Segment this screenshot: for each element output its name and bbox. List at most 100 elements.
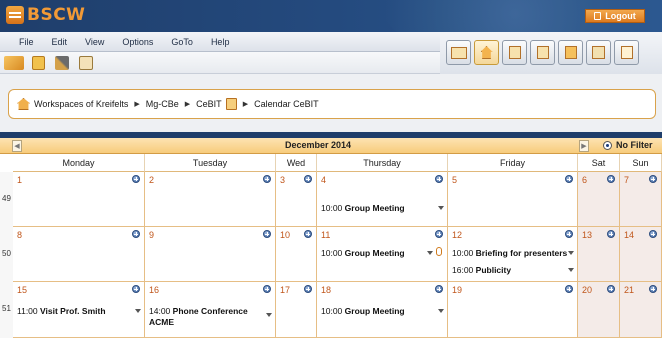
event-menu-icon[interactable] <box>135 309 141 313</box>
add-event-icon[interactable] <box>435 285 443 293</box>
menu-options[interactable]: Options <box>113 37 162 47</box>
add-event-icon[interactable] <box>649 230 657 238</box>
date-label[interactable]: 5 <box>452 175 457 185</box>
event-item[interactable]: 11:00 Visit Prof. Smith <box>17 306 106 316</box>
add-event-icon[interactable] <box>304 175 312 183</box>
date-label[interactable]: 13 <box>582 230 592 240</box>
event-item-continuation[interactable]: ACME <box>149 317 174 327</box>
breadcrumb-item[interactable]: Mg-CBe <box>146 99 179 109</box>
event-menu-icon[interactable] <box>438 206 444 210</box>
add-event-icon[interactable] <box>132 285 140 293</box>
day-cell[interactable]: 3 <box>276 172 317 227</box>
day-cell[interactable]: 16 14:00 Phone Conference ACME <box>145 282 276 338</box>
menu-edit[interactable]: Edit <box>43 37 77 47</box>
add-event-icon[interactable] <box>263 285 271 293</box>
filter-option[interactable]: No Filter <box>603 140 653 150</box>
event-item[interactable]: 14:00 Phone Conference <box>149 306 248 316</box>
date-label[interactable]: 12 <box>452 230 462 240</box>
day-cell[interactable]: 9 <box>145 227 276 282</box>
image-view-icon[interactable] <box>558 40 583 65</box>
menu-view[interactable]: View <box>76 37 113 47</box>
attachment-icon[interactable] <box>436 247 442 256</box>
add-event-icon[interactable] <box>304 230 312 238</box>
add-event-icon[interactable] <box>649 285 657 293</box>
logout-button[interactable]: Logout <box>585 9 645 23</box>
day-cell[interactable]: 10 <box>276 227 317 282</box>
date-label[interactable]: 20 <box>582 285 592 295</box>
add-event-icon[interactable] <box>565 230 573 238</box>
event-item[interactable]: 10:00 Group Meeting <box>321 203 405 213</box>
date-label[interactable]: 17 <box>280 285 290 295</box>
day-cell[interactable]: 20 <box>578 282 620 338</box>
next-month-button[interactable]: ▶ <box>579 140 589 152</box>
date-label[interactable]: 4 <box>321 175 326 185</box>
date-label[interactable]: 2 <box>149 175 154 185</box>
date-label[interactable]: 11 <box>321 230 330 240</box>
day-cell[interactable]: 21 <box>620 282 662 338</box>
date-label[interactable]: 18 <box>321 285 331 295</box>
edit-pencil-icon[interactable] <box>55 56 69 70</box>
previous-month-button[interactable]: ◀ <box>12 140 22 152</box>
date-label[interactable]: 14 <box>624 230 634 240</box>
home-view-icon[interactable] <box>474 40 499 65</box>
date-label[interactable]: 19 <box>452 285 462 295</box>
add-event-icon[interactable] <box>607 175 615 183</box>
add-event-icon[interactable] <box>263 230 271 238</box>
add-item-icon[interactable] <box>79 56 93 70</box>
day-cell[interactable]: 5 <box>448 172 578 227</box>
date-label[interactable]: 1 <box>17 175 22 185</box>
event-menu-icon[interactable] <box>266 313 272 317</box>
day-cell[interactable]: 13 <box>578 227 620 282</box>
calendar-icon[interactable] <box>225 98 237 110</box>
day-cell[interactable]: 19 <box>448 282 578 338</box>
date-label[interactable]: 9 <box>149 230 154 240</box>
add-event-icon[interactable] <box>304 285 312 293</box>
day-cell[interactable]: 6 <box>578 172 620 227</box>
date-label[interactable]: 10 <box>280 230 290 240</box>
event-item[interactable]: 16:00 Publicity <box>452 265 511 275</box>
event-menu-icon[interactable] <box>568 251 574 255</box>
add-event-icon[interactable] <box>132 230 140 238</box>
menu-help[interactable]: Help <box>202 37 239 47</box>
date-label[interactable]: 3 <box>280 175 285 185</box>
day-cell[interactable]: 4 10:00 Group Meeting <box>317 172 448 227</box>
day-cell[interactable]: 15 11:00 Visit Prof. Smith <box>13 282 145 338</box>
add-event-icon[interactable] <box>263 175 271 183</box>
day-cell[interactable]: 18 10:00 Group Meeting <box>317 282 448 338</box>
date-label[interactable]: 16 <box>149 285 159 295</box>
day-cell[interactable]: 8 <box>13 227 145 282</box>
day-cell[interactable]: 17 <box>276 282 317 338</box>
add-event-icon[interactable] <box>649 175 657 183</box>
bscw-logo[interactable]: BSCW <box>6 5 85 25</box>
day-cell[interactable]: 7 <box>620 172 662 227</box>
open-folder-icon[interactable] <box>4 56 24 70</box>
day-cell[interactable]: 1 <box>13 172 145 227</box>
day-cell[interactable]: 14 <box>620 227 662 282</box>
document-icon[interactable] <box>502 40 527 65</box>
event-menu-icon[interactable] <box>568 268 574 272</box>
breadcrumb-item[interactable]: CeBIT <box>196 99 222 109</box>
event-item[interactable]: 10:00 Group Meeting <box>321 306 405 316</box>
list-view-icon[interactable] <box>614 40 639 65</box>
day-cell[interactable]: 12 10:00 Briefing for presenters 16:00 P… <box>448 227 578 282</box>
event-menu-icon[interactable] <box>438 309 444 313</box>
add-event-icon[interactable] <box>435 230 443 238</box>
breadcrumb-item[interactable]: Workspaces of Kreifelts <box>34 99 128 109</box>
event-item[interactable]: 10:00 Briefing for presenters <box>452 248 567 258</box>
notes-view-icon[interactable] <box>586 40 611 65</box>
event-menu-icon[interactable] <box>427 251 433 255</box>
calendar-view-icon[interactable] <box>446 40 471 65</box>
menu-goto[interactable]: GoTo <box>162 37 202 47</box>
home-icon[interactable] <box>17 98 30 110</box>
add-event-icon[interactable] <box>607 285 615 293</box>
add-event-icon[interactable] <box>435 175 443 183</box>
date-label[interactable]: 7 <box>624 175 629 185</box>
date-label[interactable]: 15 <box>17 285 27 295</box>
event-item[interactable]: 10:00 Group Meeting <box>321 248 405 258</box>
note-icon[interactable] <box>32 56 45 70</box>
documents-icon[interactable] <box>530 40 555 65</box>
day-cell[interactable]: 11 10:00 Group Meeting <box>317 227 448 282</box>
add-event-icon[interactable] <box>132 175 140 183</box>
add-event-icon[interactable] <box>565 285 573 293</box>
date-label[interactable]: 6 <box>582 175 587 185</box>
